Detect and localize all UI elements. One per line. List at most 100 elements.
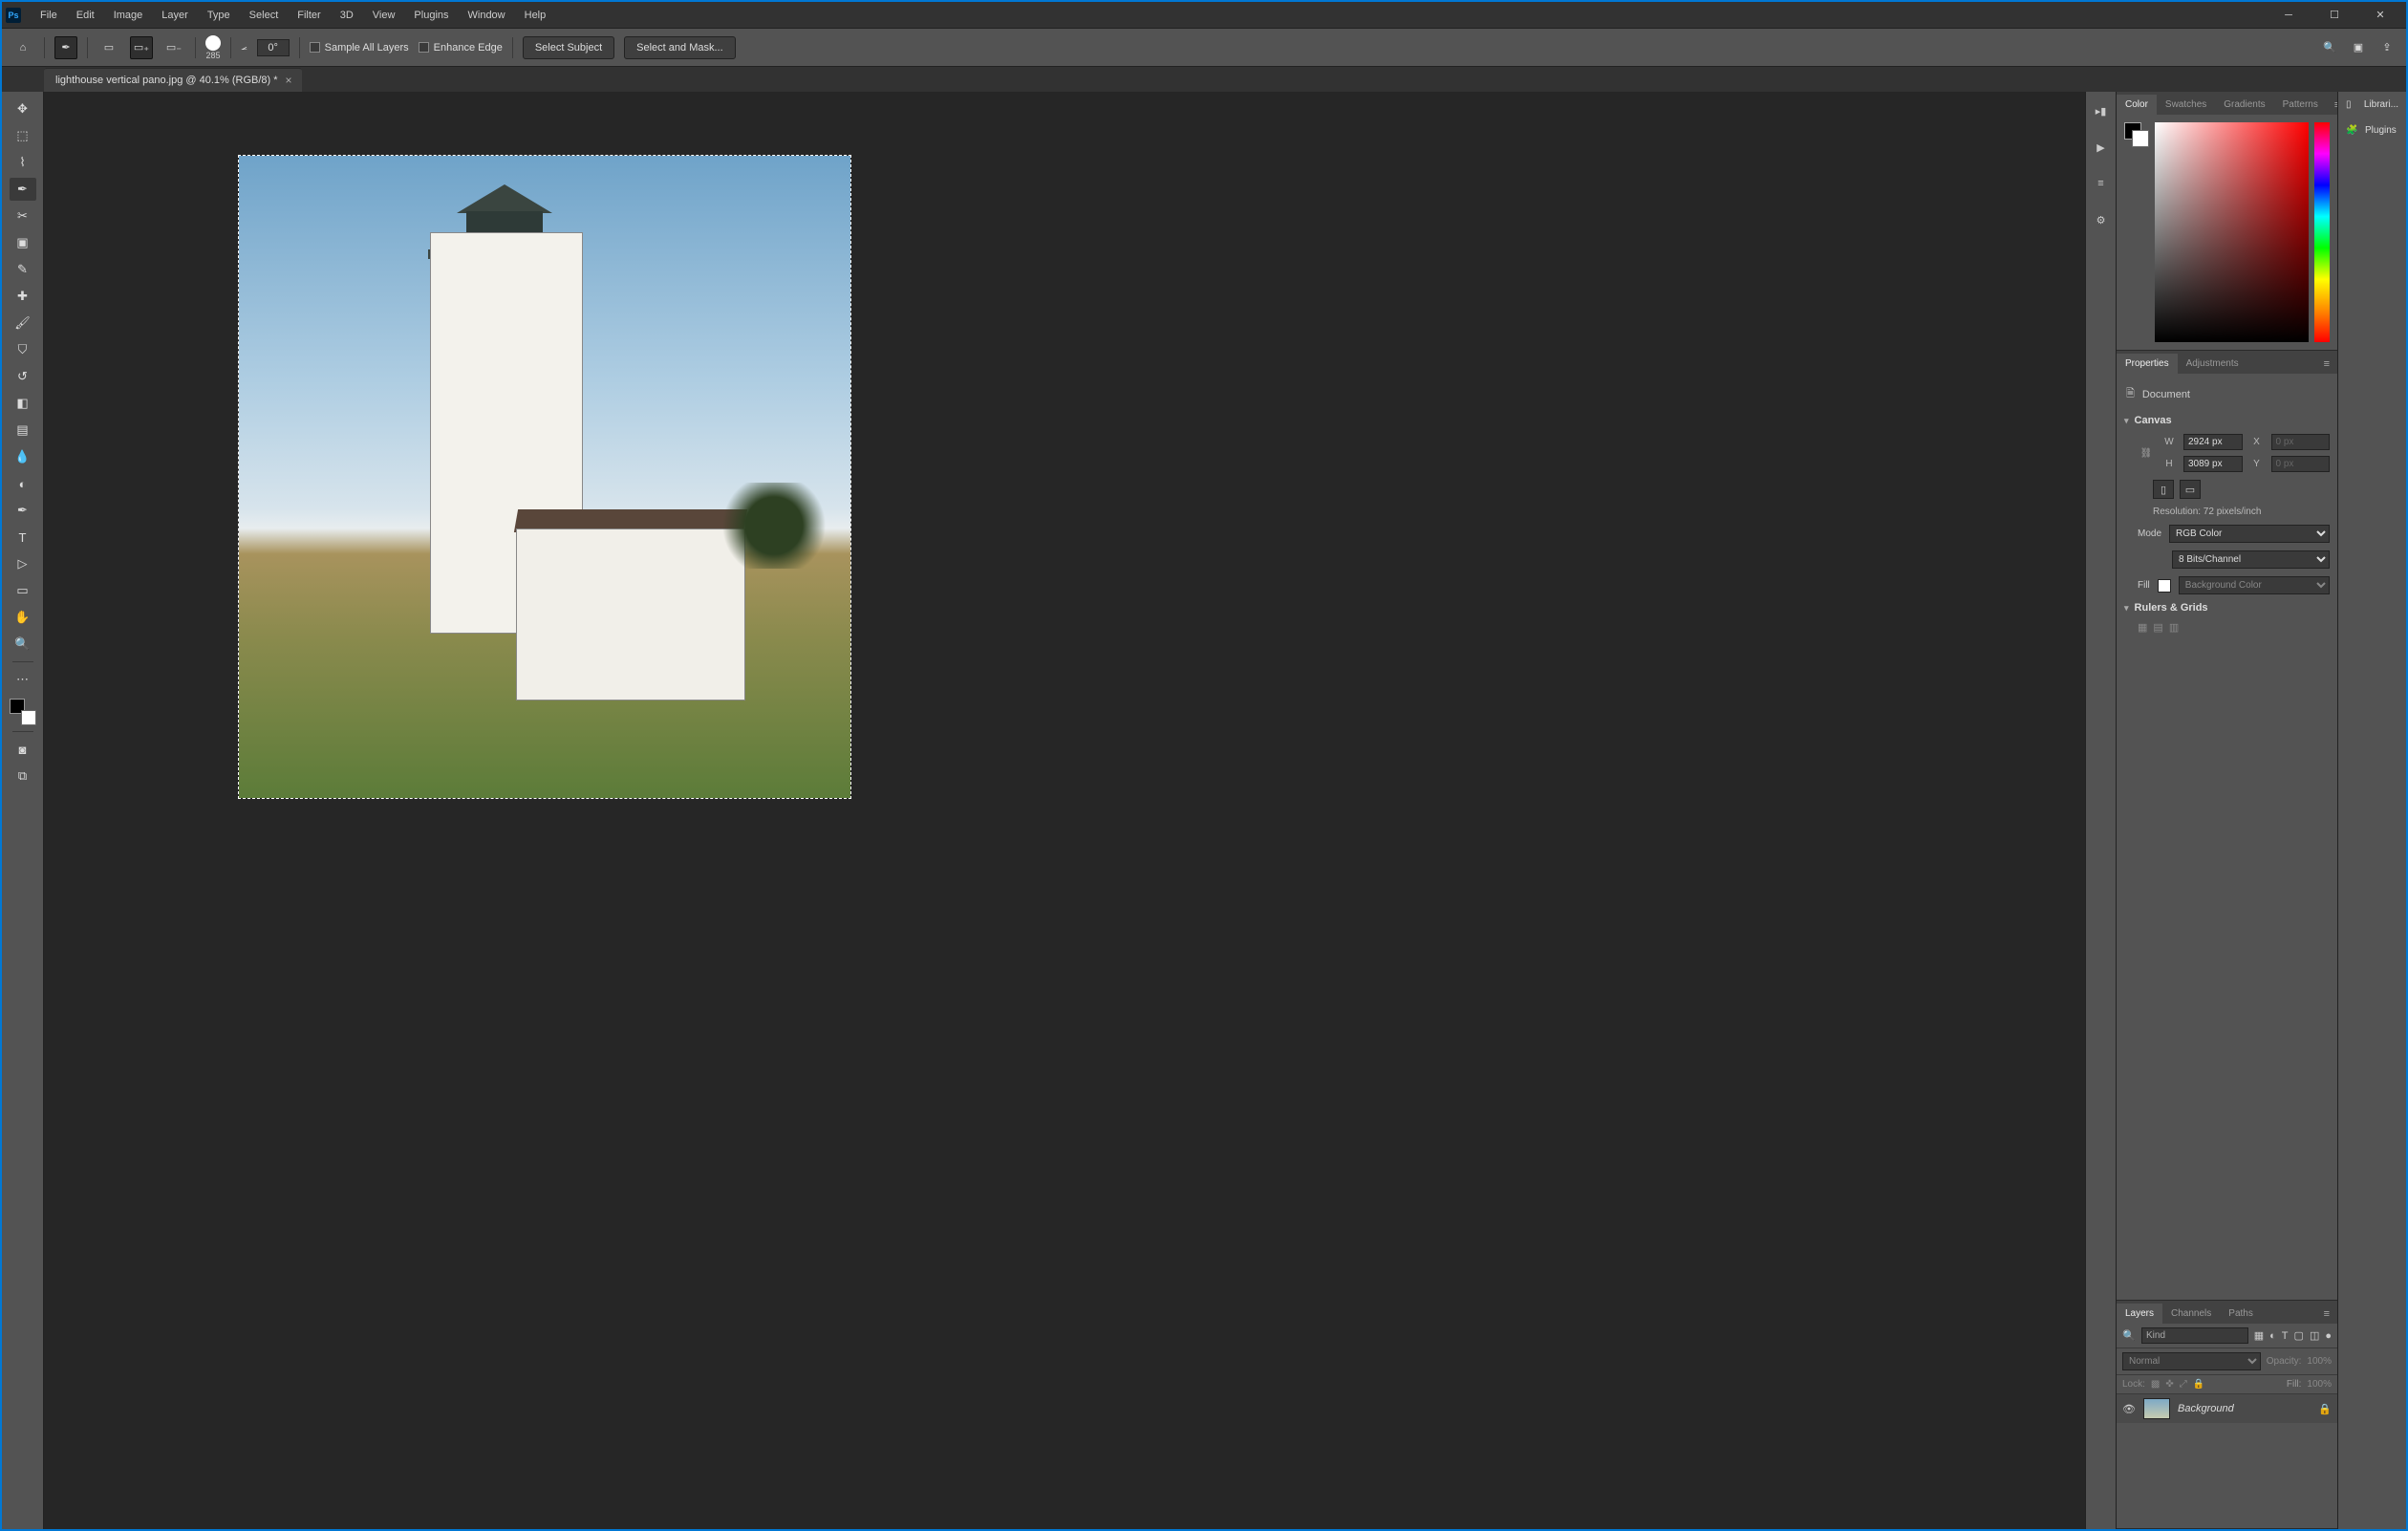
tab-paths[interactable]: Paths xyxy=(2220,1304,2262,1324)
search-icon[interactable]: 🔍 xyxy=(2122,1329,2136,1343)
panel-color-swatches[interactable] xyxy=(2124,122,2149,147)
enhance-edge-check[interactable]: Enhance Edge xyxy=(419,42,503,54)
mode-select[interactable]: RGB Color xyxy=(2169,525,2330,543)
move-tool[interactable]: ✥ xyxy=(10,97,36,120)
menu-type[interactable]: Type xyxy=(200,6,238,25)
panel-menu-icon[interactable]: ≡ xyxy=(2316,355,2337,374)
link-icon[interactable]: ⛓ xyxy=(2138,448,2155,459)
layer-name[interactable]: Background xyxy=(2178,1403,2234,1414)
home-icon[interactable]: ⌂ xyxy=(11,36,34,59)
lasso-tool[interactable]: ⌇ xyxy=(10,151,36,174)
tab-layers[interactable]: Layers xyxy=(2117,1304,2162,1324)
path-select-tool[interactable]: ▷ xyxy=(10,552,36,575)
close-button[interactable]: ✕ xyxy=(2358,2,2402,29)
height-field[interactable] xyxy=(2183,456,2243,472)
blend-mode-select[interactable]: Normal xyxy=(2122,1352,2261,1370)
ruler-icon[interactable]: ▦ xyxy=(2138,621,2147,634)
menu-layer[interactable]: Layer xyxy=(154,6,196,25)
brush-tool[interactable]: 🖌 xyxy=(10,312,36,334)
menu-view[interactable]: View xyxy=(365,6,403,25)
minimize-button[interactable]: ─ xyxy=(2267,2,2311,29)
tab-patterns[interactable]: Patterns xyxy=(2274,95,2327,115)
libraries-panel-button[interactable]: ▯ Librari... xyxy=(2338,92,2406,118)
edit-toolbar-icon[interactable]: ⋯ xyxy=(10,668,36,691)
tab-channels[interactable]: Channels xyxy=(2162,1304,2220,1324)
zoom-tool[interactable]: 🔍 xyxy=(10,633,36,656)
actions-panel-icon[interactable]: ▶ xyxy=(2092,138,2111,157)
orientation-landscape-icon[interactable]: ▭ xyxy=(2180,480,2201,499)
filter-type-select[interactable] xyxy=(2141,1327,2248,1344)
history-brush-tool[interactable]: ↺ xyxy=(10,365,36,388)
lock-icon[interactable]: 🔒 xyxy=(2318,1403,2332,1415)
pen-tool[interactable]: ✒ xyxy=(10,499,36,522)
filter-adjust-icon[interactable]: ◐ xyxy=(2269,1330,2276,1342)
width-field[interactable] xyxy=(2183,434,2243,450)
quick-select-tool[interactable]: ✒ xyxy=(10,178,36,201)
marquee-tool[interactable]: ⬚ xyxy=(10,124,36,147)
fill-value[interactable]: 100% xyxy=(2307,1379,2332,1390)
hand-tool[interactable]: ✋ xyxy=(10,606,36,629)
orientation-portrait-icon[interactable]: ▯ xyxy=(2153,480,2174,499)
filter-pixel-icon[interactable]: ▦ xyxy=(2254,1329,2264,1342)
grid-icon[interactable]: ▤ xyxy=(2153,621,2162,634)
maximize-button[interactable]: ☐ xyxy=(2312,2,2356,29)
type-tool[interactable]: T xyxy=(10,526,36,549)
subtract-selection-icon[interactable]: ▭₋ xyxy=(162,36,185,59)
angle-field[interactable]: 0° xyxy=(257,39,290,56)
tab-properties[interactable]: Properties xyxy=(2117,354,2178,374)
layer-row[interactable]: 👁 Background 🔒 xyxy=(2117,1394,2337,1423)
plugins-panel-button[interactable]: 🧩 Plugins xyxy=(2338,118,2406,143)
brush-preview[interactable]: 285 xyxy=(205,35,221,60)
tool-preset-icon[interactable]: ✒ xyxy=(54,36,77,59)
gradient-tool[interactable]: ▤ xyxy=(10,419,36,442)
background-swatch[interactable] xyxy=(2132,130,2149,147)
sample-all-check[interactable]: Sample All Layers xyxy=(310,42,409,54)
lock-artboard-icon[interactable]: ⤢ xyxy=(2180,1379,2187,1390)
lock-position-icon[interactable]: ✜ xyxy=(2165,1379,2173,1390)
select-subject-button[interactable]: Select Subject xyxy=(523,36,614,59)
new-selection-icon[interactable]: ▭ xyxy=(97,36,120,59)
tab-gradients[interactable]: Gradients xyxy=(2215,95,2273,115)
healing-tool[interactable]: ✚ xyxy=(10,285,36,308)
menu-help[interactable]: Help xyxy=(517,6,554,25)
background-color[interactable] xyxy=(21,710,36,725)
menu-filter[interactable]: Filter xyxy=(290,6,328,25)
x-field[interactable] xyxy=(2271,434,2331,450)
lock-all-icon[interactable]: 🔒 xyxy=(2193,1379,2204,1390)
filter-smart-icon[interactable]: ◫ xyxy=(2310,1329,2319,1342)
filter-type-icon[interactable]: T xyxy=(2282,1330,2289,1342)
tab-color[interactable]: Color xyxy=(2117,95,2157,115)
rulers-section[interactable]: Rulers & Grids xyxy=(2124,602,2330,614)
menu-select[interactable]: Select xyxy=(242,6,287,25)
guide-icon[interactable]: ▥ xyxy=(2169,621,2179,634)
color-swatches[interactable] xyxy=(10,699,36,725)
search-icon[interactable]: 🔍 xyxy=(2320,38,2339,57)
history-panel-icon[interactable]: ▸▮ xyxy=(2092,101,2111,120)
panel-menu-icon[interactable]: ≡ xyxy=(2316,1305,2337,1324)
document-canvas[interactable] xyxy=(239,156,850,798)
menu-file[interactable]: File xyxy=(32,6,65,25)
shape-tool[interactable]: ▭ xyxy=(10,579,36,602)
frame-tool[interactable]: ▣ xyxy=(10,231,36,254)
dodge-tool[interactable]: ◐ xyxy=(10,472,36,495)
menu-image[interactable]: Image xyxy=(106,6,151,25)
menu-window[interactable]: Window xyxy=(461,6,513,25)
fill-swatch[interactable] xyxy=(2158,579,2171,593)
quickmask-icon[interactable]: ◙ xyxy=(10,738,36,761)
screenmode-icon[interactable]: ⧉ xyxy=(10,765,36,787)
canvas-area[interactable] xyxy=(44,92,2085,1529)
select-and-mask-button[interactable]: Select and Mask... xyxy=(624,36,736,59)
stamp-tool[interactable]: ⛉ xyxy=(10,338,36,361)
tab-adjustments[interactable]: Adjustments xyxy=(2178,354,2247,374)
document-tab[interactable]: lighthouse vertical pano.jpg @ 40.1% (RG… xyxy=(44,68,302,92)
layer-thumbnail[interactable] xyxy=(2143,1398,2170,1419)
crop-tool[interactable]: ✂ xyxy=(10,205,36,227)
adjust-panel-icon[interactable]: ≡ xyxy=(2092,174,2111,193)
depth-select[interactable]: 8 Bits/Channel xyxy=(2172,550,2330,569)
menu-plugins[interactable]: Plugins xyxy=(406,6,456,25)
visibility-icon[interactable]: 👁 xyxy=(2122,1403,2136,1415)
canvas-section[interactable]: Canvas xyxy=(2124,415,2330,426)
saturation-picker[interactable] xyxy=(2155,122,2309,342)
tab-swatches[interactable]: Swatches xyxy=(2157,95,2215,115)
y-field[interactable] xyxy=(2271,456,2331,472)
